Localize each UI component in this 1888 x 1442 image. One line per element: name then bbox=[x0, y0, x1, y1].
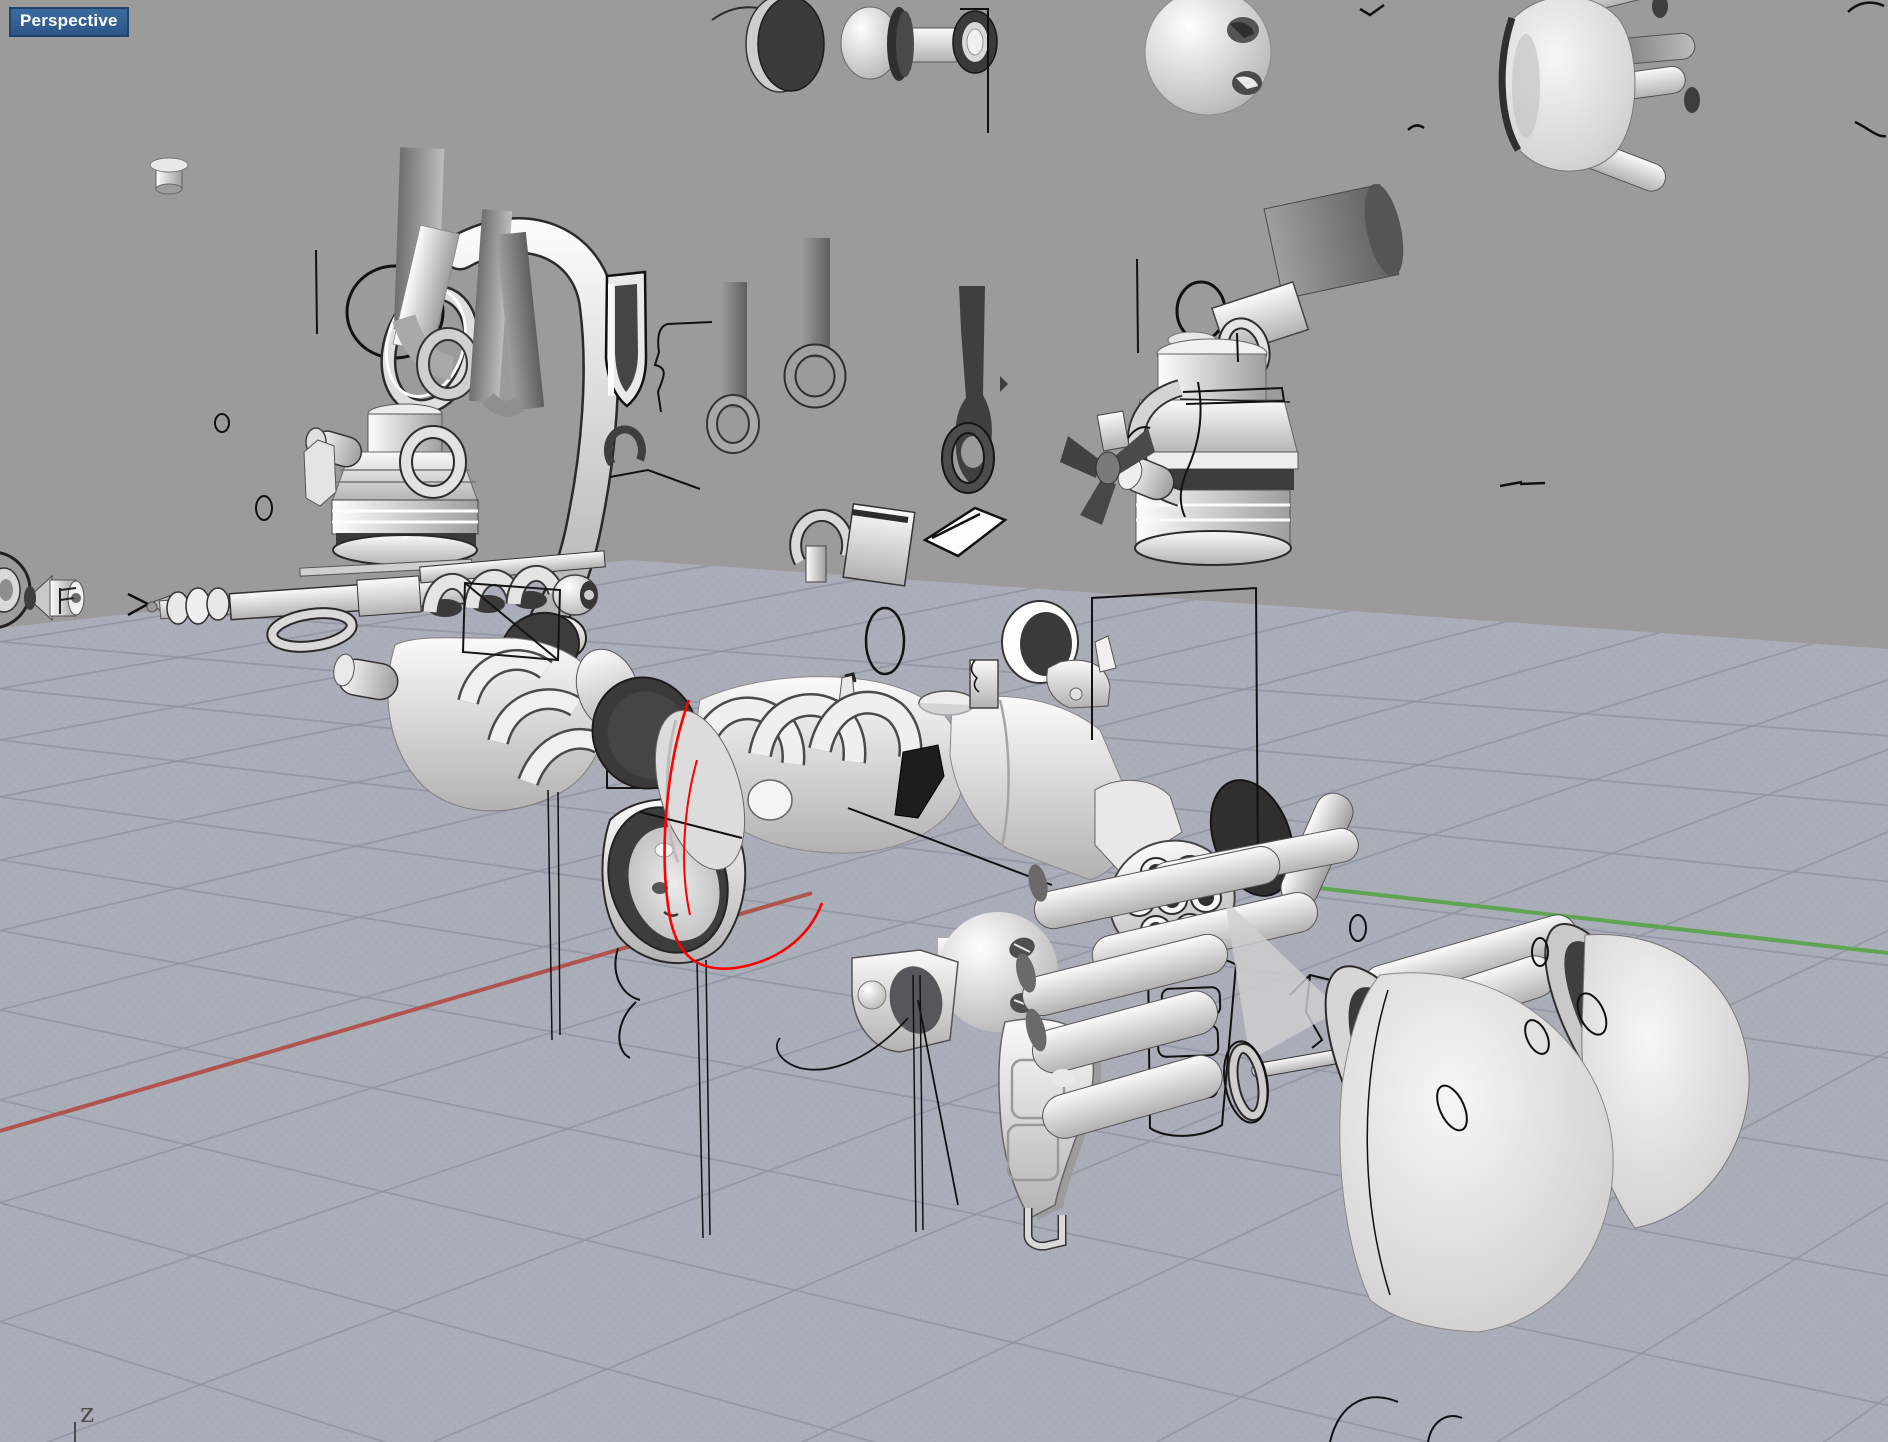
small-fleck bbox=[1051, 1069, 1075, 1087]
wire-tilde-mark[interactable] bbox=[1408, 125, 1424, 130]
wire-small-circle-2[interactable] bbox=[256, 496, 272, 520]
hanging-strap-eyelet[interactable] bbox=[790, 238, 840, 402]
hanging-dark-tube[interactable] bbox=[712, 282, 754, 448]
wire-check-mark[interactable] bbox=[1360, 5, 1384, 15]
dark-strap-eyelet[interactable] bbox=[955, 286, 1008, 486]
ground-plane bbox=[0, 309, 1888, 1442]
scene-canvas[interactable] bbox=[0, 0, 1888, 1442]
claw-nozzle[interactable] bbox=[1502, 0, 1700, 195]
wire-squiggle-curve[interactable] bbox=[655, 322, 712, 412]
sphere-with-ports[interactable] bbox=[1145, 0, 1271, 115]
wireframe-cam-plate[interactable] bbox=[925, 508, 1005, 556]
raygun-floating-bracket[interactable] bbox=[796, 504, 915, 586]
right-canister[interactable] bbox=[1114, 180, 1411, 565]
wire-chevron-mark[interactable] bbox=[128, 594, 148, 615]
small-knob[interactable] bbox=[150, 158, 188, 194]
clevis-fork[interactable] bbox=[606, 272, 646, 406]
z-axis-label: z bbox=[80, 1398, 94, 1429]
piston-bolt[interactable] bbox=[841, 7, 997, 133]
z-axis-line bbox=[74, 1422, 76, 1442]
wire-corner-curve-1[interactable] bbox=[1848, 3, 1884, 12]
viewport-perspective[interactable]: Perspective z bbox=[0, 0, 1888, 1442]
edge-ring-part[interactable] bbox=[0, 552, 30, 628]
wire-top-lines[interactable] bbox=[610, 470, 700, 489]
viewport-title-label[interactable]: Perspective bbox=[9, 7, 129, 37]
pill-disc[interactable] bbox=[919, 691, 975, 716]
nozzle-stub[interactable] bbox=[24, 576, 84, 620]
wire-corner-curve-2[interactable] bbox=[1855, 122, 1886, 136]
wire-dash-mark[interactable] bbox=[1500, 482, 1545, 486]
mini-bracket[interactable] bbox=[970, 660, 998, 708]
wire-small-circle-1[interactable] bbox=[215, 414, 229, 432]
cap-disc[interactable] bbox=[746, 0, 824, 92]
